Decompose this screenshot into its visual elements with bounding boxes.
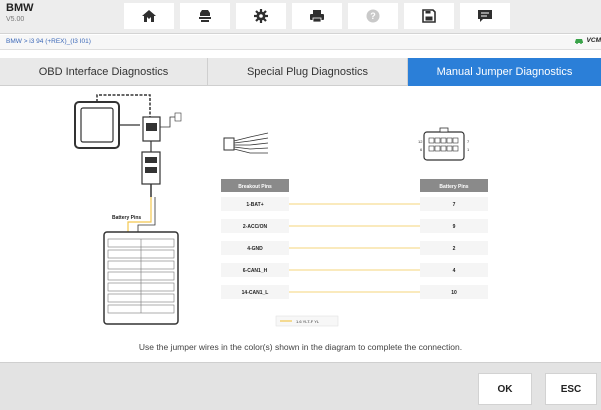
battery-pins-header-text: Battery Pins — [439, 184, 468, 190]
help-button[interactable]: ? — [348, 3, 398, 29]
breakout-pin: 4-GND — [247, 246, 263, 252]
car-swap-icon — [199, 10, 211, 22]
breadcrumb-bar: BMW > i3 94 (+REX)_(I3 I01) VCM — [0, 35, 601, 50]
print-button[interactable] — [292, 3, 342, 29]
breakout-pin: 6-CAN1_H — [243, 268, 268, 274]
vehicle-status: VCM — [574, 37, 601, 44]
vehicle-connected-icon — [574, 38, 583, 44]
ok-button[interactable]: OK — [478, 373, 532, 405]
app-version: V5.00 — [6, 16, 25, 23]
save-icon — [422, 9, 436, 23]
app-name: BMW — [6, 2, 34, 14]
wire-color-legend: 1.6 YLT-F YL — [275, 315, 339, 327]
battery-pin: 9 — [453, 224, 456, 230]
battery-connector-image: 12 6 7 1 — [418, 127, 470, 161]
tab-special-plug[interactable]: Special Plug Diagnostics — [208, 58, 408, 86]
breakout-box-image — [141, 151, 161, 185]
help-icon: ? — [366, 9, 380, 23]
battery-pins-label: Battery Pins — [112, 215, 141, 221]
tab-obd-interface[interactable]: OBD Interface Diagnostics — [0, 58, 208, 86]
diagnostic-tabs: OBD Interface Diagnostics Special Plug D… — [0, 58, 601, 86]
main-content: Battery Pins 12 6 7 1 Breakout Pins Batt… — [0, 87, 601, 362]
battery-pack-image — [103, 231, 179, 325]
home-icon — [142, 10, 156, 22]
app-title: BMW V5.00 — [6, 2, 34, 24]
message-icon — [478, 10, 492, 22]
tab-manual-jumper[interactable]: Manual Jumper Diagnostics — [408, 58, 601, 86]
esc-button[interactable]: ESC — [545, 373, 597, 405]
pin-mapping-row: 1-BAT+ 7 — [221, 197, 488, 211]
breakout-pin: 2-ACC/ON — [243, 224, 268, 230]
vehicle-swap-button[interactable] — [180, 3, 230, 29]
vin-label: VCM — [586, 37, 601, 44]
bottom-bar: OK ESC — [0, 362, 601, 410]
breakout-pin: 1-BAT+ — [246, 202, 263, 208]
connector-pin-7: 7 — [467, 139, 470, 144]
battery-pin: 2 — [453, 246, 456, 252]
top-toolbar: BMW V5.00 ? — [0, 0, 601, 34]
breadcrumb: BMW > i3 94 (+REX)_(I3 I01) — [6, 38, 91, 45]
battery-pin: 7 — [453, 202, 456, 208]
vci-module-image — [142, 116, 161, 142]
home-button[interactable] — [124, 3, 174, 29]
pin-mapping-row: 4-GND 2 — [221, 241, 488, 255]
save-button[interactable] — [404, 3, 454, 29]
connector-pin-12: 12 — [418, 139, 423, 144]
pin-mapping-row: 2-ACC/ON 9 — [221, 219, 488, 233]
instruction-text: Use the jumper wires in the color(s) sho… — [138, 342, 463, 352]
wiring-diagram: Battery Pins 12 6 7 1 Breakout Pins Batt… — [74, 94, 488, 327]
pin-mapping-row: 6-CAN1_H 4 — [221, 263, 488, 277]
breakout-cable-image — [223, 132, 269, 154]
connector-pin-6: 6 — [420, 147, 423, 152]
settings-button[interactable] — [236, 3, 286, 29]
svg-text:?: ? — [370, 11, 376, 21]
battery-pin: 10 — [451, 290, 457, 296]
legend-text: 1.6 YLT-F YL — [296, 319, 320, 324]
message-button[interactable] — [460, 3, 510, 29]
battery-pin: 4 — [453, 268, 456, 274]
pin-mapping-row: 14-CAN1_L 10 — [221, 285, 488, 299]
printer-icon — [310, 10, 324, 23]
breakout-pin: 14-CAN1_L — [242, 290, 269, 296]
scan-tablet-image — [74, 101, 120, 149]
gear-icon — [254, 9, 268, 23]
connector-pin-1: 1 — [467, 147, 470, 152]
breakout-pins-header-text: Breakout Pins — [238, 184, 272, 190]
